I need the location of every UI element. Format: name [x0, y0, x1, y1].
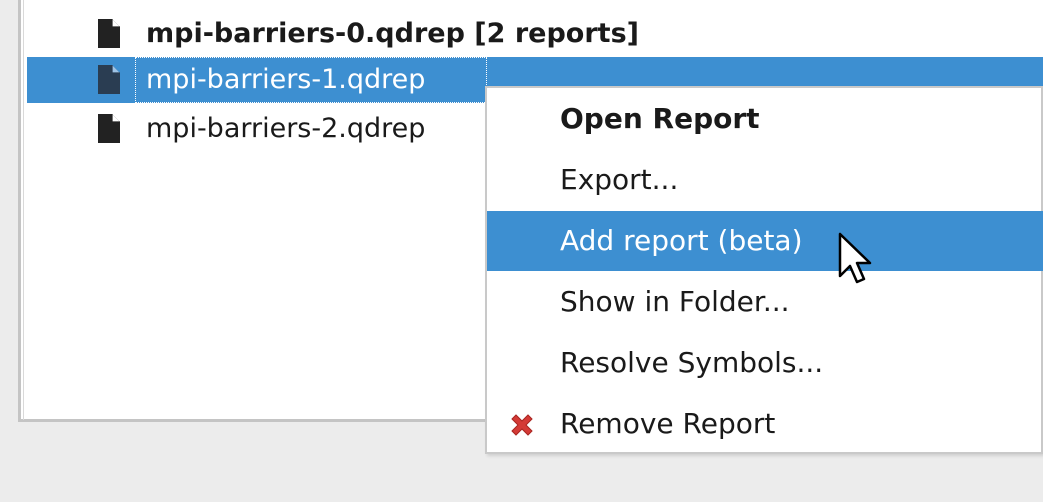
menu-item-remove-report[interactable]: Remove Report — [487, 394, 1043, 454]
menu-item-open-report[interactable]: Open Report — [487, 89, 1043, 149]
red-x-icon — [511, 414, 533, 436]
menu-item-show-in-folder[interactable]: Show in Folder... — [487, 272, 1043, 332]
context-menu: Open Report Export... Add report (beta) … — [485, 86, 1043, 454]
screen: mpi-barriers-0.qdrep [2 reports] mpi-bar… — [0, 0, 1043, 502]
menu-item-label: Add report (beta) — [560, 224, 803, 257]
mouse-pointer-icon — [838, 232, 872, 284]
menu-item-label: Export... — [560, 163, 679, 196]
menu-item-label: Show in Folder... — [560, 285, 790, 318]
menu-item-label: Resolve Symbols... — [560, 346, 824, 379]
tree-row-label: mpi-barriers-2.qdrep — [146, 113, 426, 144]
menu-item-label: Open Report — [560, 102, 760, 135]
file-icon — [98, 19, 120, 48]
menu-item-label: Remove Report — [560, 407, 776, 440]
tree-row-label: mpi-barriers-0.qdrep [2 reports] — [146, 18, 639, 49]
file-icon — [98, 65, 120, 94]
menu-item-export[interactable]: Export... — [487, 150, 1043, 210]
menu-item-add-report[interactable]: Add report (beta) — [487, 211, 1043, 271]
tree-row-report-0[interactable]: mpi-barriers-0.qdrep [2 reports] — [0, 11, 1043, 57]
menu-item-resolve-symbols[interactable]: Resolve Symbols... — [487, 333, 1043, 393]
tree-row-label: mpi-barriers-1.qdrep — [146, 64, 426, 95]
file-icon — [98, 114, 120, 143]
